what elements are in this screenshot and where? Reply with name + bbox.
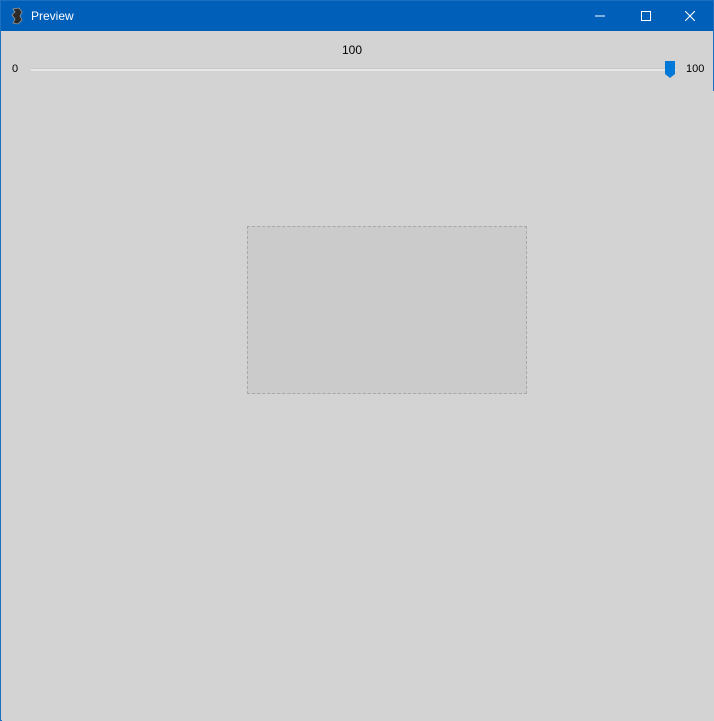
title-bar[interactable]: Preview	[1, 1, 713, 31]
slider-max-label: 100	[686, 63, 705, 75]
minimize-button[interactable]	[577, 1, 623, 31]
model-placeholder	[247, 226, 527, 394]
close-button[interactable]	[667, 1, 713, 31]
maximize-icon	[641, 11, 651, 21]
slider-min-label: 0	[12, 63, 19, 75]
close-icon	[685, 11, 695, 21]
maximize-button[interactable]	[623, 1, 669, 31]
slider-thumb[interactable]	[664, 60, 676, 79]
slider-value-label: 100	[341, 43, 363, 57]
preview-viewport[interactable]	[2, 91, 714, 721]
minimize-icon	[595, 15, 605, 17]
slider-panel: 100 0 100	[1, 31, 713, 91]
window-title: Preview	[31, 9, 74, 23]
slider-track[interactable]	[31, 68, 676, 71]
preview-window: Preview 100 0 100	[0, 0, 714, 721]
app-icon	[9, 7, 25, 25]
